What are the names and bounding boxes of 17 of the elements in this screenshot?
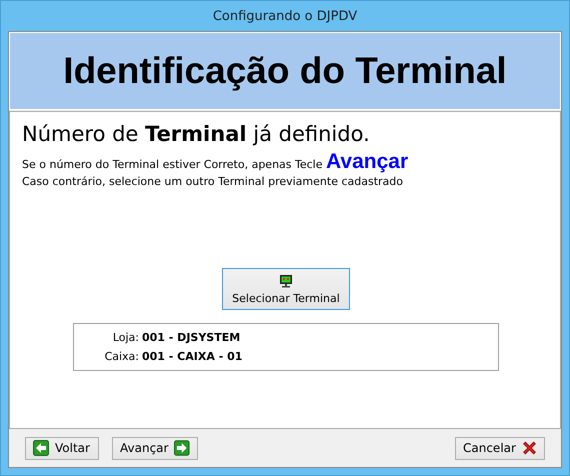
cancel-button[interactable]: Cancelar	[455, 436, 545, 460]
page-title: Identificação do Terminal	[63, 50, 507, 92]
instruction-text: Se o número do Terminal estiver Correto, apenas Tecle Avançar	[22, 152, 410, 175]
close-icon	[522, 439, 537, 457]
field-value: 001 - DJSYSTEM	[142, 331, 240, 344]
field-label: Caixa:	[104, 350, 139, 363]
heading: Número de Terminal já definido.	[22, 122, 371, 146]
left-arrow-icon	[33, 440, 49, 456]
instruction-text: Caso contrário, selecione um outro Terminal previamente cadastrado	[22, 175, 404, 189]
window-title: Configurando o DJPDV	[212, 8, 358, 24]
field-value: 001 - CAIXA - 01	[142, 350, 242, 363]
monitor-icon	[279, 274, 293, 288]
next-button[interactable]: Avançar	[112, 436, 198, 460]
right-arrow-icon	[174, 440, 190, 456]
select-terminal-button[interactable]: Selecionar Terminal	[222, 268, 350, 310]
field-label: Loja:	[112, 331, 139, 344]
back-button[interactable]: Voltar	[25, 436, 99, 460]
